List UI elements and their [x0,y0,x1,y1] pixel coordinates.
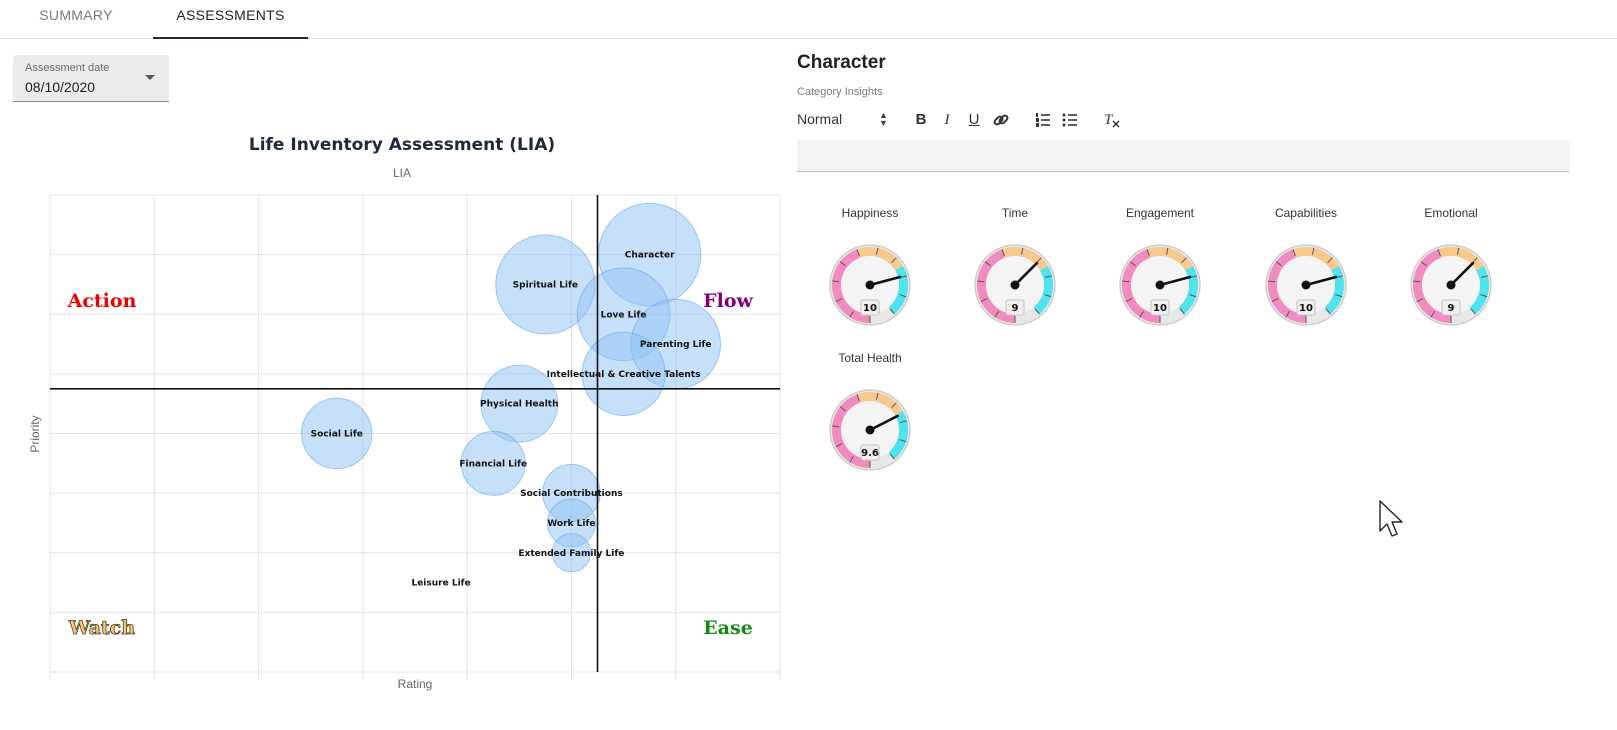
assessment-date-value: 08/10/2020 [25,79,96,95]
bullet-list-icon[interactable] [1059,109,1081,131]
gauge-hub [1010,280,1020,290]
clear-format-icon[interactable]: T [1101,109,1123,131]
lia-bubble-chart: Life Inventory Assessment (LIA) LIA Acti… [28,135,781,691]
bubble-label-financial-life: Financial Life [459,459,527,469]
gauge-value: 9 [1448,303,1455,314]
gauge-total-health: 9.6 [829,389,911,471]
italic-icon[interactable]: I [936,109,958,131]
updown-arrows-icon: ▲ ▼ [879,110,888,128]
gauge-value: 9.6 [861,448,879,459]
quadrant-label-ease: Ease [703,617,753,639]
gauge-label-happiness: Happiness [841,206,899,220]
gauge-label-capabilities: Capabilities [1274,206,1338,220]
link-icon[interactable] [990,109,1012,131]
bubble-label-extended-family-life: Extended Family Life [518,549,624,559]
gauge-emotional: 9 [1410,244,1492,326]
chart-subtitle: LIA [393,166,411,180]
bubble-label-spiritual-life: Spiritual Life [513,280,578,290]
gauge-label-total-health: Total Health [838,351,902,365]
text-format-select[interactable]: Normal ▲ ▼ [797,110,889,128]
svg-text:T: T [1104,112,1114,128]
gauge-value: 10 [1153,303,1167,314]
gauge-capabilities: 10 [1265,244,1347,326]
editor-toolbar: Normal ▲ ▼ B I U T [797,108,1577,132]
category-insights-label: Category Insights [797,86,883,98]
x-axis-label: Rating [398,677,433,691]
gauge-value: 9 [1012,303,1019,314]
bubble-label-intellectual-creative-talents: Intellectual & Creative Talents [547,370,701,380]
bubble-label-character: Character [625,251,675,261]
category-title: Character [797,52,886,73]
underline-icon[interactable]: U [963,109,985,131]
gauge-value: 10 [863,303,877,314]
tab-summary[interactable]: SUMMARY [0,0,152,39]
gauge-label-emotional: Emotional [1424,206,1478,220]
bubble-label-social-life: Social Life [311,430,363,440]
gauge-hub [1155,280,1165,290]
bold-icon[interactable]: B [910,109,932,131]
caret-down-icon [145,75,155,80]
bubble-label-physical-health: Physical Health [480,400,558,410]
bubble-label-work-life: Work Life [547,519,595,529]
quadrant-label-watch: Watch [68,617,135,639]
gauge-value: 10 [1299,303,1313,314]
gauge-time: 9 [974,244,1056,326]
gauge-label-time: Time [1001,206,1029,220]
gauge-engagement: 10 [1119,244,1201,326]
chart-title: Life Inventory Assessment (LIA) [249,135,555,155]
gauge-happiness: 10 [829,244,911,326]
gauge-hub [865,425,875,435]
mouse-pointer-icon [1379,500,1403,537]
gauge-hub [865,280,875,290]
assessment-date-select[interactable]: Assessment date 08/10/2020 [13,55,169,102]
bubble-label-love-life: Love Life [601,310,647,320]
bubble-label-parenting-life: Parenting Life [640,340,712,350]
bubble-label-leisure-life: Leisure Life [411,579,470,589]
gauge-label-engagement: Engagement [1125,206,1195,220]
y-axis-label: Priority [28,415,42,452]
bubble-label-social-contributions: Social Contributions [520,489,623,499]
assessment-date-label: Assessment date [25,62,110,74]
gauge-hub [1446,280,1456,290]
text-format-value: Normal [797,111,843,127]
tab-assessments[interactable]: ASSESSMENTS [153,0,308,39]
gauge-hub [1301,280,1311,290]
quadrant-label-action: Action [67,290,137,312]
quadrant-label-flow: Flow [703,290,753,312]
category-insights-editor[interactable] [797,140,1569,172]
tab-bar: SUMMARY ASSESSMENTS [0,0,1617,39]
ordered-list-icon[interactable] [1032,109,1054,131]
